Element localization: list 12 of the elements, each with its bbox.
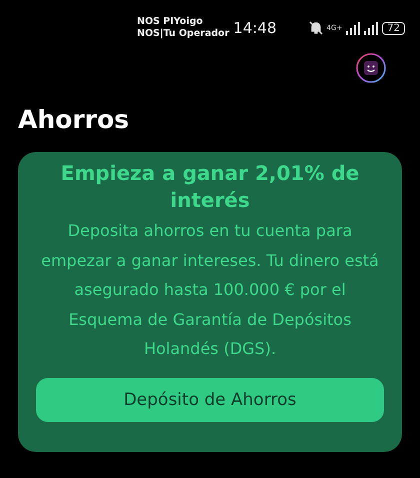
bell-muted-icon bbox=[308, 21, 323, 35]
page-title: Ahorros bbox=[18, 105, 130, 134]
savings-deposit-button[interactable]: Depósito de Ahorros bbox=[36, 378, 384, 422]
carrier-name: NOS|Tu Operador bbox=[137, 28, 230, 40]
carrier-name: NOS PIYoigo bbox=[137, 16, 204, 28]
promo-description: Deposita ahorros en tu cuenta para empezar a ganar intereses. Tu dinero está asegurado hasta 100.000 € por el Esquema de Garantía de Depósitos Holandés (DGS). bbox=[40, 220, 380, 360]
signal-icon bbox=[364, 22, 378, 34]
smiley-avatar-icon[interactable] bbox=[356, 53, 386, 83]
battery-indicator: 72 bbox=[382, 22, 405, 34]
clock-time: 14:48 bbox=[233, 19, 277, 37]
signal-icon bbox=[346, 22, 360, 34]
promo-heading: Empieza a ganar 2,01% de interés bbox=[60, 160, 360, 214]
